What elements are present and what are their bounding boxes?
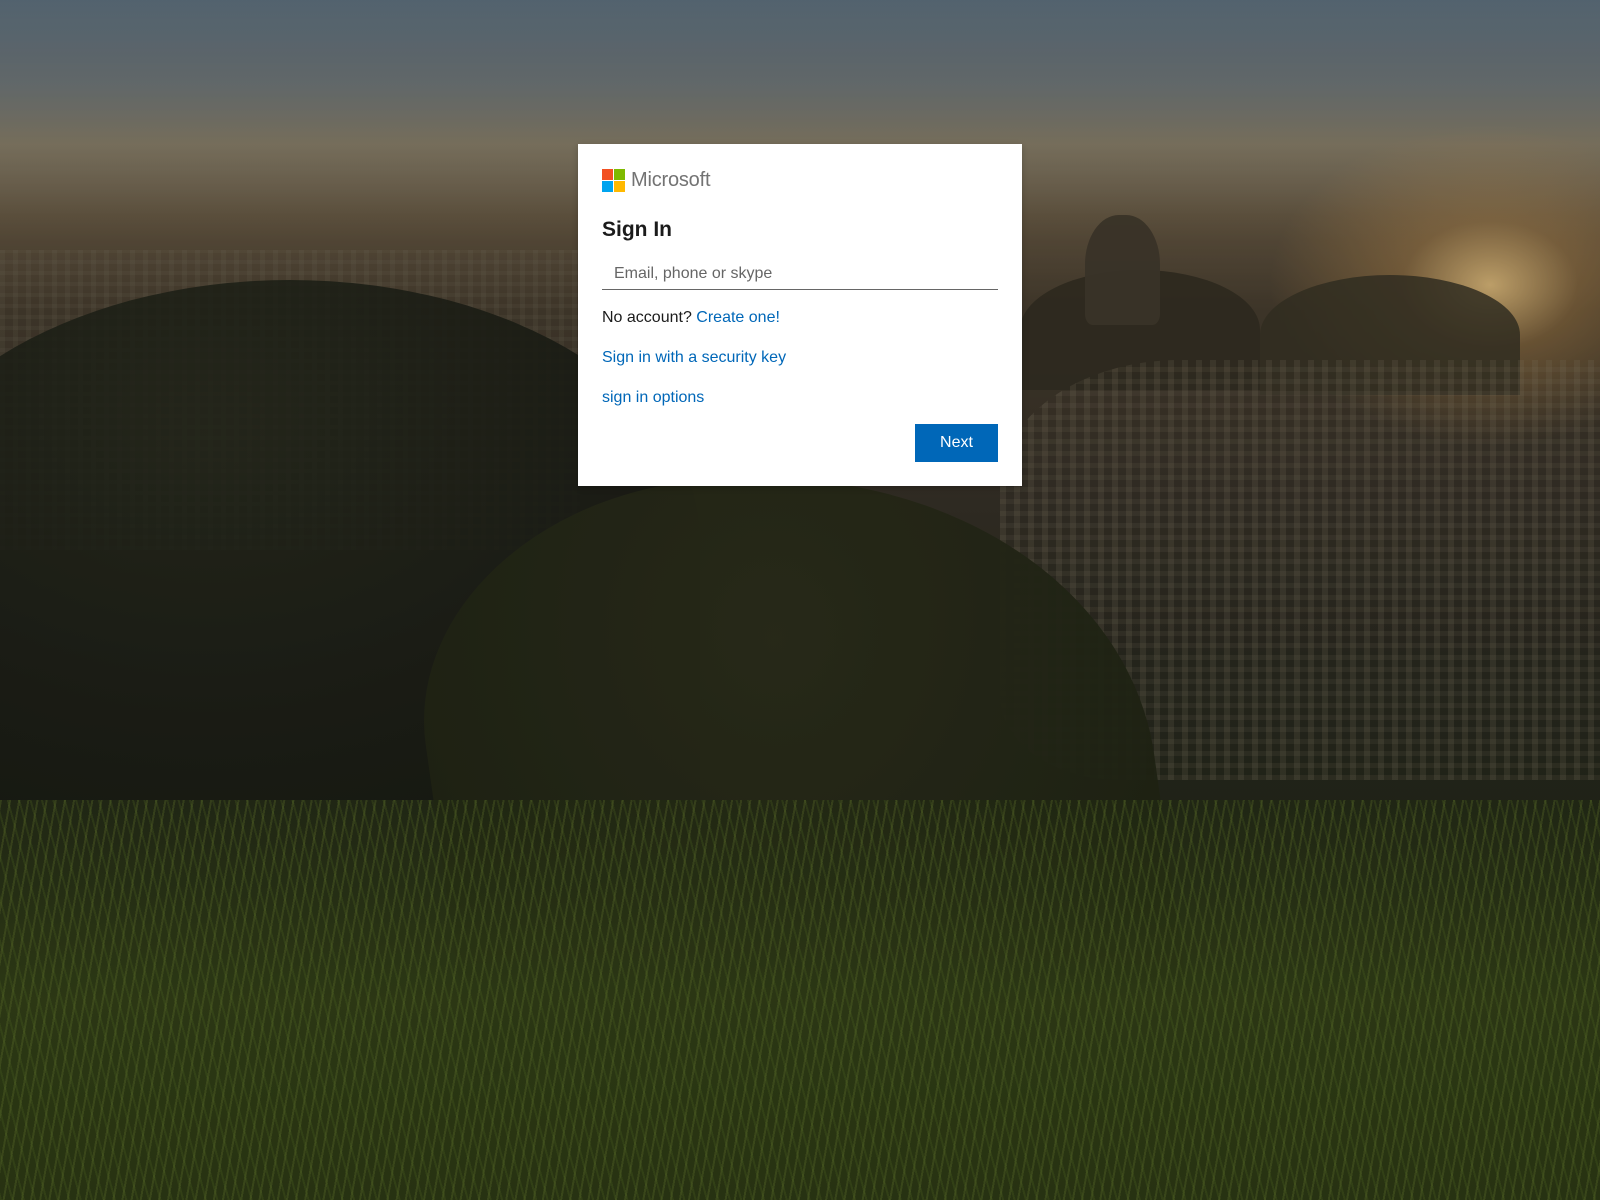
logo-square-yellow bbox=[614, 180, 625, 192]
create-account-link[interactable]: Create one! bbox=[696, 309, 780, 326]
signin-options-row: sign in options bbox=[602, 388, 998, 408]
signin-card: Microsoft Sign In No account? Create one… bbox=[578, 144, 1022, 486]
sugarloaf-peak bbox=[1085, 215, 1160, 325]
email-input[interactable] bbox=[602, 258, 998, 290]
no-account-text: No account? bbox=[602, 309, 692, 326]
city-right bbox=[1000, 360, 1600, 780]
next-button[interactable]: Next bbox=[915, 424, 998, 462]
brand-header: Microsoft bbox=[602, 168, 998, 192]
security-key-row: Sign in with a security key bbox=[602, 348, 998, 368]
mountain-right bbox=[1020, 270, 1260, 390]
page-title: Sign In bbox=[602, 218, 672, 241]
no-account-row: No account? Create one! bbox=[602, 308, 998, 328]
actions: Next bbox=[915, 424, 998, 462]
brand-name: Microsoft bbox=[631, 168, 711, 191]
microsoft-logo-icon bbox=[602, 168, 625, 192]
forest-ridge bbox=[394, 422, 1186, 1078]
security-key-link[interactable]: Sign in with a security key bbox=[602, 349, 786, 366]
logo-square-green bbox=[614, 168, 625, 180]
logo-square-red bbox=[602, 168, 613, 180]
grass-foreground bbox=[0, 800, 1600, 1200]
city-left bbox=[0, 250, 580, 550]
logo-square-blue bbox=[602, 180, 613, 192]
mountain-far bbox=[1260, 275, 1520, 395]
signin-options-link[interactable]: sign in options bbox=[602, 389, 704, 406]
